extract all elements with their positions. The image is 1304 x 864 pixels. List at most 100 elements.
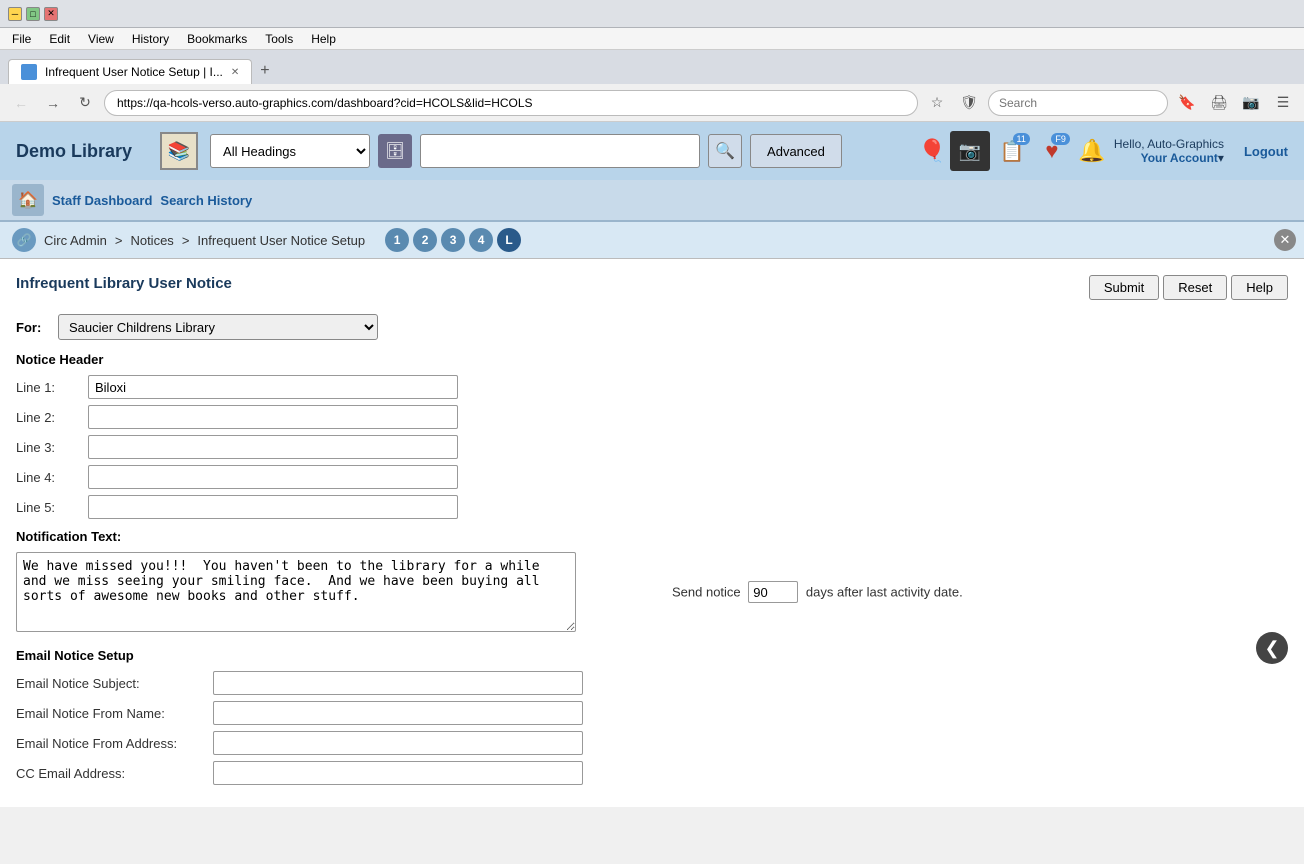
- notification-textarea[interactable]: We have missed you!!! You haven't been t…: [16, 552, 576, 632]
- line1-label: Line 1:: [16, 380, 76, 395]
- bookmark-button[interactable]: ☆: [924, 90, 950, 116]
- address-input[interactable]: [104, 90, 918, 116]
- email-section: Email Notice Setup Email Notice Subject:…: [16, 648, 1288, 785]
- menu-history[interactable]: History: [124, 30, 177, 48]
- shield-icon[interactable]: 🛡: [956, 90, 982, 116]
- header-right: 🎈 📷 📋 11 ♥ F9 🔔 Hello, Auto-Graphics You…: [918, 131, 1288, 171]
- cc-email-label: CC Email Address:: [16, 766, 201, 781]
- main-content: Infrequent Library User Notice Submit Re…: [0, 259, 1304, 807]
- close-button[interactable]: ✕: [44, 7, 58, 21]
- menu-bookmarks[interactable]: Bookmarks: [179, 30, 255, 48]
- maximize-button[interactable]: □: [26, 7, 40, 21]
- bell-icon[interactable]: 🔔: [1078, 138, 1105, 164]
- reset-button[interactable]: Reset: [1163, 275, 1227, 300]
- menu-tools[interactable]: Tools: [257, 30, 301, 48]
- submit-button[interactable]: Submit: [1089, 275, 1159, 300]
- notice-header-label: Notice Header: [16, 352, 1288, 367]
- app-header: Demo Library 📚 All Headings 🗄 🔍 Advanced…: [0, 122, 1304, 180]
- wizard-steps: 1 2 3 4 L: [385, 228, 521, 252]
- back-button[interactable]: ❮: [1256, 632, 1288, 664]
- breadcrumb-separator-1: >: [115, 233, 123, 248]
- new-tab-button[interactable]: +: [252, 58, 277, 84]
- search-input[interactable]: [420, 134, 700, 168]
- window-controls: ─ □ ✕: [8, 7, 58, 21]
- search-history-link[interactable]: Search History: [160, 193, 252, 208]
- line3-label: Line 3:: [16, 440, 76, 455]
- send-notice-area: Send notice days after last activity dat…: [592, 552, 963, 632]
- for-row: For: Saucier Childrens Library: [16, 314, 1288, 340]
- wizard-step-3[interactable]: 3: [441, 228, 465, 252]
- wizard-step-4[interactable]: 4: [469, 228, 493, 252]
- breadcrumb-separator-2: >: [182, 233, 190, 248]
- line3-row: Line 3:: [16, 435, 1288, 459]
- logout-button[interactable]: Logout: [1244, 144, 1288, 159]
- wizard-step-L[interactable]: L: [497, 228, 521, 252]
- menu-view[interactable]: View: [80, 30, 122, 48]
- email-from-address-row: Email Notice From Address:: [16, 731, 1288, 755]
- menu-file[interactable]: File: [4, 30, 39, 48]
- notification-row: We have missed you!!! You haven't been t…: [16, 552, 1288, 632]
- camera-icon[interactable]: 📷: [950, 131, 990, 171]
- heart-icon-wrapper: ♥ F9: [1034, 133, 1070, 169]
- minimize-button[interactable]: ─: [8, 7, 22, 21]
- days-input[interactable]: [748, 581, 798, 603]
- list-icon-wrapper: 📋 11: [994, 133, 1030, 169]
- line5-input[interactable]: [88, 495, 458, 519]
- your-account-link[interactable]: Your Account: [1141, 151, 1218, 165]
- wizard-bar: 🔗 Circ Admin > Notices > Infrequent User…: [0, 222, 1304, 259]
- line2-input[interactable]: [88, 405, 458, 429]
- cc-email-input[interactable]: [213, 761, 583, 785]
- send-notice-text: Send notice days after last activity dat…: [672, 581, 963, 603]
- staff-dashboard-link[interactable]: Staff Dashboard: [52, 193, 152, 208]
- reload-button[interactable]: ↻: [72, 90, 98, 116]
- tab-close-button[interactable]: ✕: [231, 67, 239, 78]
- line1-row: Line 1:: [16, 375, 1288, 399]
- email-from-name-row: Email Notice From Name:: [16, 701, 1288, 725]
- browser-tab-active[interactable]: Infrequent User Notice Setup | I... ✕: [8, 59, 252, 84]
- tab-title: Infrequent User Notice Setup | I...: [45, 65, 223, 79]
- line3-input[interactable]: [88, 435, 458, 459]
- line4-input[interactable]: [88, 465, 458, 489]
- line5-row: Line 5:: [16, 495, 1288, 519]
- email-from-address-input[interactable]: [213, 731, 583, 755]
- breadcrumb-notices[interactable]: Notices: [130, 233, 173, 248]
- line4-label: Line 4:: [16, 470, 76, 485]
- tab-favicon: [21, 64, 37, 80]
- wizard-icon: 🔗: [12, 228, 36, 252]
- for-label: For:: [16, 320, 46, 335]
- library-name: Demo Library: [16, 141, 132, 162]
- heading-select[interactable]: All Headings: [210, 134, 370, 168]
- line5-label: Line 5:: [16, 500, 76, 515]
- browser-search-input[interactable]: [988, 90, 1168, 116]
- action-buttons: Submit Reset Help: [1089, 275, 1288, 300]
- back-nav-button[interactable]: ←: [8, 90, 34, 116]
- forward-nav-button[interactable]: →: [40, 90, 66, 116]
- advanced-button[interactable]: Advanced: [750, 134, 842, 168]
- line4-row: Line 4:: [16, 465, 1288, 489]
- help-button[interactable]: Help: [1231, 275, 1288, 300]
- wizard-step-2[interactable]: 2: [413, 228, 437, 252]
- menu-button[interactable]: ☰: [1270, 90, 1296, 116]
- pocket-button[interactable]: 🔖: [1174, 90, 1200, 116]
- database-icon[interactable]: 🗄: [378, 134, 412, 168]
- for-select[interactable]: Saucier Childrens Library: [58, 314, 378, 340]
- cc-email-row: CC Email Address:: [16, 761, 1288, 785]
- print-button[interactable]: 🖨: [1206, 90, 1232, 116]
- wizard-step-1[interactable]: 1: [385, 228, 409, 252]
- menu-edit[interactable]: Edit: [41, 30, 78, 48]
- close-wizard-button[interactable]: ✕: [1274, 229, 1296, 251]
- breadcrumb-circ-admin[interactable]: Circ Admin: [44, 233, 107, 248]
- hello-text: Hello, Auto-Graphics: [1114, 137, 1224, 151]
- balloon-icon: 🎈: [918, 138, 945, 164]
- line1-input[interactable]: [88, 375, 458, 399]
- email-from-name-input[interactable]: [213, 701, 583, 725]
- email-subject-input[interactable]: [213, 671, 583, 695]
- home-button[interactable]: 🏠: [12, 184, 44, 216]
- search-button[interactable]: 🔍: [708, 134, 742, 168]
- menu-help[interactable]: Help: [303, 30, 344, 48]
- browser-titlebar: ─ □ ✕: [0, 0, 1304, 28]
- email-subject-row: Email Notice Subject:: [16, 671, 1288, 695]
- screenshot-button[interactable]: 📷: [1238, 90, 1264, 116]
- page-title: Infrequent Library User Notice: [16, 275, 232, 292]
- address-bar: ← → ↻ ☆ 🛡 🔖 🖨 📷 ☰: [0, 84, 1304, 122]
